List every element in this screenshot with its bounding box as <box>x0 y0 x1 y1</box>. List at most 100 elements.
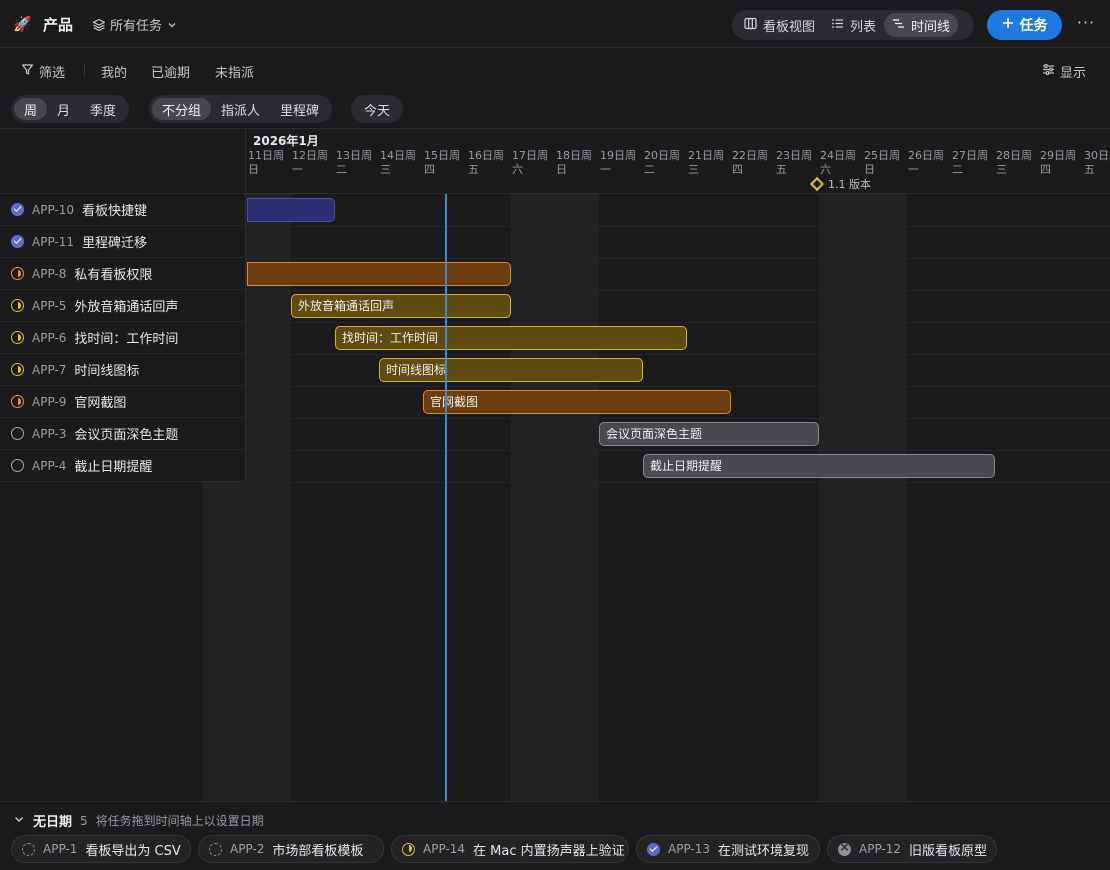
todo-status-icon[interactable] <box>11 427 24 440</box>
in-review-status-icon[interactable] <box>11 331 24 344</box>
timeline-grid[interactable]: 2026年1月 11日周日 12日周一 13日周二 14日周三 15日周四 16日周五 17… <box>0 128 1110 801</box>
no-date-task-chip[interactable]: APP-1 看板导出为 CSV <box>11 835 191 863</box>
funnel-icon <box>21 63 34 80</box>
todo-status-icon[interactable] <box>11 459 24 472</box>
task-row[interactable]: APP-3 会议页面深色主题 <box>0 418 246 450</box>
task-list: APP-10 看板快捷键 APP-11 里程碑迁移 APP-8 私有看板权限 APP-5 外放… <box>0 194 246 482</box>
row-divider <box>246 386 1110 387</box>
zoom-week-button[interactable]: 周 <box>14 98 48 120</box>
task-title: 在 Mac 内置扬声器上验证 <box>473 843 625 859</box>
in-review-status-icon[interactable] <box>11 363 24 376</box>
task-row[interactable]: APP-10 看板快捷键 <box>0 194 246 226</box>
no-date-header[interactable]: 无日期 5 将任务拖到时间轴上以设置日期 <box>13 811 264 830</box>
backlog-status-icon[interactable] <box>209 842 222 856</box>
task-row[interactable]: APP-5 外放音箱通话回声 <box>0 290 246 322</box>
cancelled-status-icon[interactable] <box>838 840 851 856</box>
task-bar[interactable]: 会议页面深色主题 <box>599 422 819 446</box>
task-bar[interactable]: 外放音箱通话回声 <box>291 294 511 318</box>
no-date-task-chip[interactable]: APP-13 在测试环境复现 <box>636 835 820 863</box>
done-status-icon[interactable] <box>11 203 24 216</box>
task-title: 会议页面深色主题 <box>74 428 179 443</box>
done-status-icon[interactable] <box>11 235 24 248</box>
day-weekday: 日 <box>556 163 567 176</box>
done-status-icon[interactable] <box>647 842 660 856</box>
group-milestone-button[interactable]: 里程碑 <box>270 98 329 120</box>
task-title: 看板快捷键 <box>82 204 148 219</box>
milestone-marker[interactable]: 1.1 版本 <box>809 176 871 192</box>
task-row[interactable]: APP-8 私有看板权限 <box>0 258 246 290</box>
day-weekday: 二 <box>952 163 963 176</box>
no-date-task-chip[interactable]: APP-14 在 Mac 内置扬声器上验证 <box>391 835 629 863</box>
day-header: 26日周一 <box>908 149 952 177</box>
filter-overdue[interactable]: 已逾期 <box>151 62 190 81</box>
task-row[interactable]: APP-7 时间线图标 <box>0 354 246 386</box>
group-none-button[interactable]: 不分组 <box>152 98 212 120</box>
view-board-button[interactable]: 看板视图 <box>736 13 823 37</box>
task-id: APP-1 <box>43 842 78 856</box>
day-date: 14日周 <box>380 149 416 162</box>
in-review-status-icon[interactable] <box>11 299 24 312</box>
day-date: 26日周 <box>908 149 944 162</box>
task-row[interactable]: APP-9 官网截图 <box>0 386 246 418</box>
new-task-button[interactable]: 任务 <box>987 10 1062 40</box>
chevron-down-icon <box>13 813 25 829</box>
task-row[interactable]: APP-11 里程碑迁移 <box>0 226 246 258</box>
no-date-task-chip[interactable]: APP-12 旧版看板原型 <box>827 835 997 863</box>
no-date-title: 无日期 <box>33 815 73 830</box>
task-bar[interactable]: 找时间：工作时间 <box>335 326 687 350</box>
backlog-status-icon[interactable] <box>22 842 35 856</box>
day-header: 19日周一 <box>600 149 644 177</box>
task-row[interactable]: APP-6 找时间：工作时间 <box>0 322 246 354</box>
task-bar[interactable] <box>247 198 335 222</box>
day-weekday: 一 <box>600 163 611 176</box>
view-timeline-button[interactable]: 时间线 <box>884 13 959 37</box>
weekend-column <box>511 194 555 801</box>
zoom-month-button[interactable]: 月 <box>47 98 80 120</box>
day-weekday: 四 <box>1040 163 1051 176</box>
task-bar-label: 外放音箱通话回声 <box>298 299 395 313</box>
filter-button[interactable]: 筛选 <box>21 62 65 81</box>
task-bar[interactable]: 截止日期提醒 <box>643 454 995 478</box>
project-title[interactable]: 产品 <box>43 14 73 35</box>
timeline-controls: 周 月 季度 不分组 指派人 里程碑 今天 <box>0 92 1110 126</box>
display-label: 显示 <box>1060 66 1087 81</box>
task-id: APP-13 <box>668 842 711 856</box>
view-switcher: 看板视图 列表 时间线 <box>732 10 974 40</box>
timeline-icon <box>892 17 905 34</box>
weekend-column <box>819 194 863 801</box>
in-review-status-icon[interactable] <box>402 842 415 856</box>
layers-icon <box>92 18 106 32</box>
row-divider <box>246 258 1110 259</box>
day-header: 17日周六 <box>512 149 556 177</box>
group-assignee-button[interactable]: 指派人 <box>211 98 270 120</box>
day-date: 22日周 <box>732 149 768 162</box>
task-row[interactable]: APP-4 截止日期提醒 <box>0 450 246 482</box>
day-weekday: 日 <box>248 163 259 176</box>
in-progress-status-icon[interactable] <box>11 267 24 280</box>
filter-unassigned[interactable]: 未指派 <box>215 62 254 81</box>
task-bar[interactable]: 时间线图标 <box>379 358 643 382</box>
filter-mine[interactable]: 我的 <box>101 62 127 81</box>
view-list-button[interactable]: 列表 <box>823 13 884 37</box>
display-options-button[interactable]: 显示 <box>1042 62 1086 81</box>
task-bar-label: 找时间：工作时间 <box>342 331 439 345</box>
task-id: APP-10 <box>32 202 75 217</box>
scope-dropdown[interactable]: 所有任务 <box>92 15 178 34</box>
sliders-icon <box>1042 63 1055 80</box>
row-divider <box>246 290 1110 291</box>
task-title: 外放音箱通话回声 <box>74 300 179 315</box>
no-date-task-chip[interactable]: APP-2 市场部看板模板 <box>198 835 384 863</box>
group-switcher: 不分组 指派人 里程碑 <box>149 95 333 123</box>
row-divider <box>246 450 1110 451</box>
zoom-quarter-button[interactable]: 季度 <box>80 98 126 120</box>
task-title: 看板导出为 CSV <box>85 843 181 859</box>
task-id: APP-3 <box>32 426 67 441</box>
today-button[interactable]: 今天 <box>354 98 400 120</box>
more-options-button[interactable]: ··· <box>1074 14 1098 34</box>
task-bar[interactable] <box>247 262 511 286</box>
day-header: 15日周四 <box>424 149 468 177</box>
in-progress-status-icon[interactable] <box>11 395 24 408</box>
task-bar[interactable]: 官网截图 <box>423 390 731 414</box>
day-date: 18日周 <box>556 149 592 162</box>
day-date: 12日周 <box>292 149 328 162</box>
